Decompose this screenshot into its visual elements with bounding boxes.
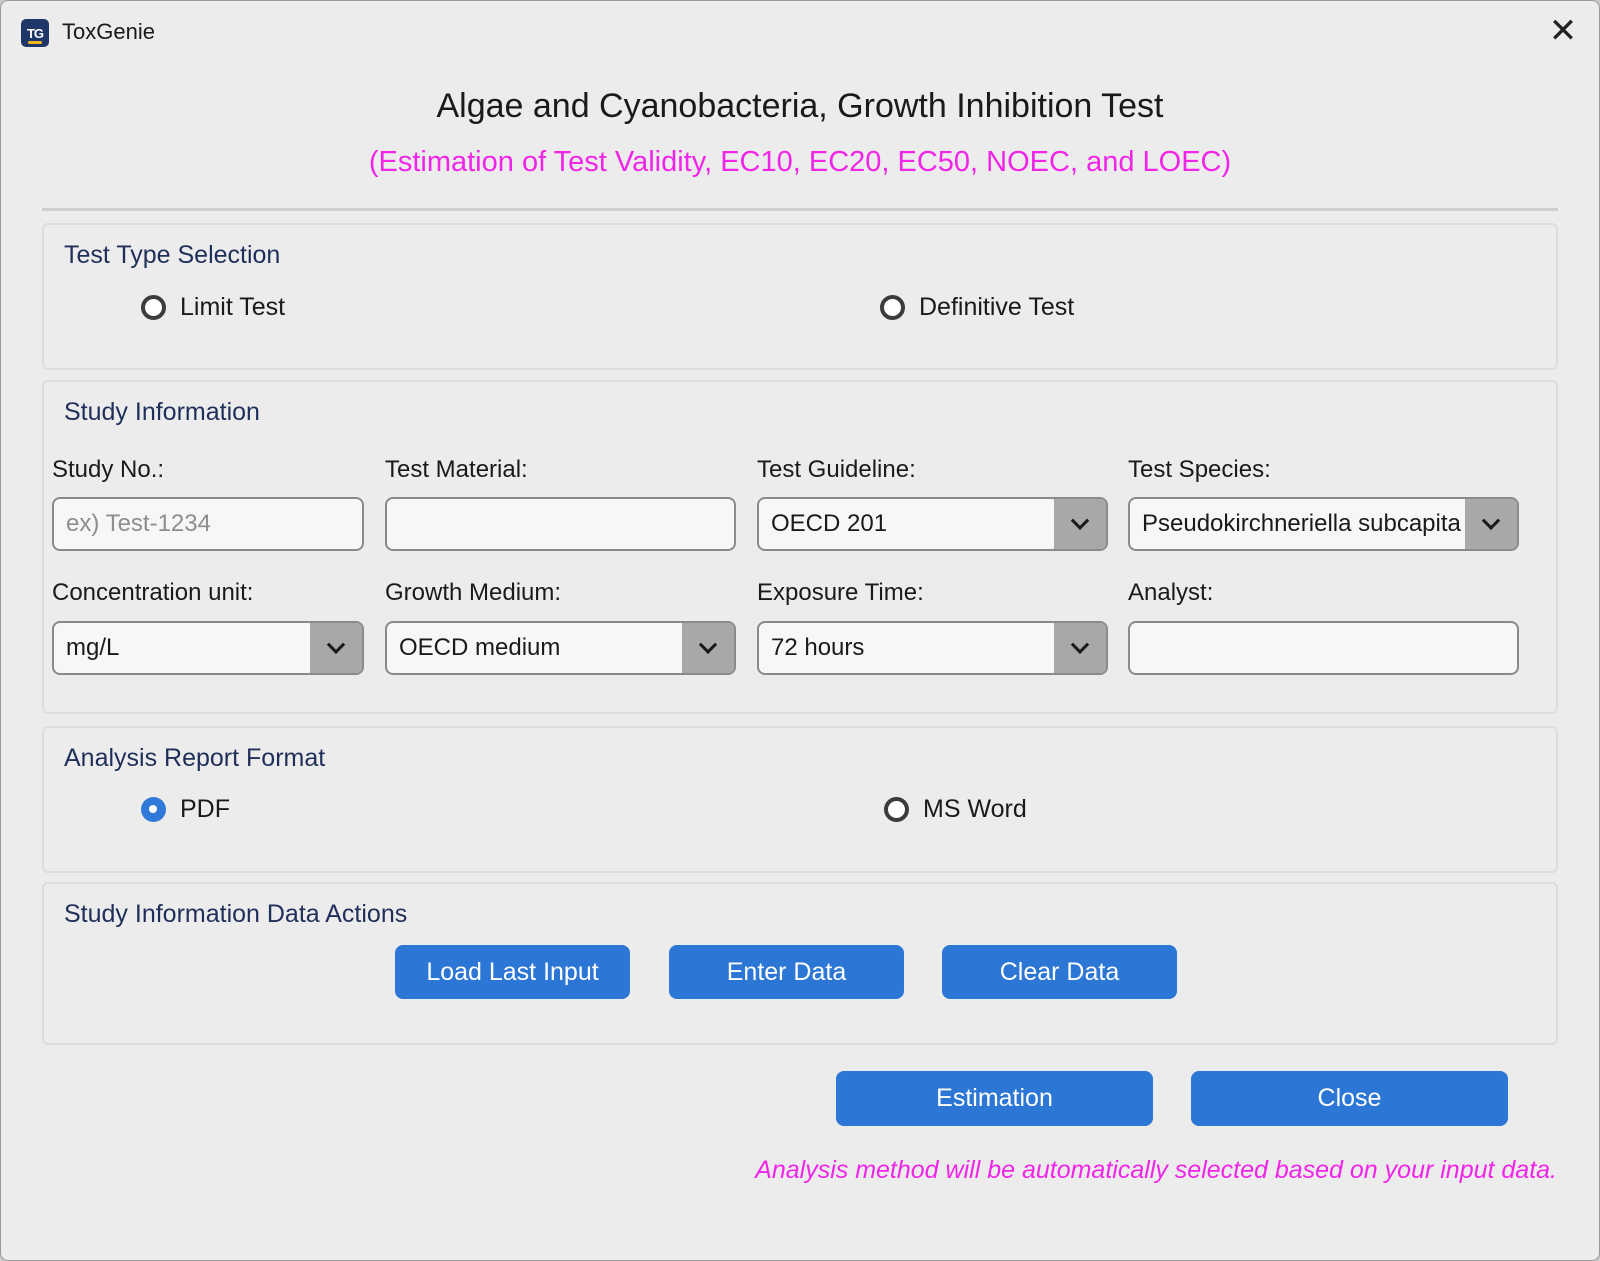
test-guideline-value: OECD 201 (771, 510, 888, 537)
test-type-group: Test Type Selection Limit Test Definitiv… (42, 223, 1558, 370)
estimation-button[interactable]: Estimation (836, 1071, 1153, 1126)
clear-data-button[interactable]: Clear Data (942, 945, 1177, 999)
growth-medium-select[interactable]: OECD medium (385, 621, 736, 675)
radio-checked-icon (141, 797, 166, 822)
definitive-test-radio[interactable]: Definitive Test (880, 293, 1074, 322)
analyst-label: Analyst: (1128, 579, 1214, 606)
definitive-test-label: Definitive Test (919, 293, 1075, 321)
close-button[interactable]: Close (1191, 1071, 1508, 1126)
study-no-label: Study No.: (52, 456, 165, 483)
test-species-select[interactable]: Pseudokirchneriella subcapitata (1128, 497, 1519, 551)
study-no-input[interactable] (52, 497, 364, 551)
limit-test-label: Limit Test (180, 293, 286, 321)
concentration-unit-dropdown-button[interactable] (310, 623, 362, 673)
test-material-input[interactable] (385, 497, 736, 551)
page-title: Algae and Cyanobacteria, Growth Inhibiti… (436, 87, 1164, 125)
limit-test-radio[interactable]: Limit Test (141, 293, 285, 322)
test-type-title: Test Type Selection (64, 241, 281, 269)
load-last-input-button[interactable]: Load Last Input (395, 945, 630, 999)
pdf-label: PDF (180, 795, 230, 823)
report-format-group: Analysis Report Format PDF MS Word (42, 726, 1558, 873)
growth-medium-value: OECD medium (399, 634, 561, 661)
page-subtitle: (Estimation of Test Validity, EC10, EC20… (368, 146, 1232, 178)
test-guideline-label: Test Guideline: (757, 456, 916, 483)
test-species-dropdown-button[interactable] (1465, 499, 1517, 549)
test-species-label: Test Species: (1128, 456, 1271, 483)
app-title: ToxGenie (62, 19, 155, 44)
chevron-down-icon (698, 635, 718, 654)
close-window-icon[interactable]: ✕ (1545, 13, 1581, 49)
exposure-time-value: 72 hours (771, 634, 865, 661)
chevron-down-icon (1070, 635, 1090, 654)
study-information-group: Study Information Study No.: Test Materi… (42, 380, 1558, 714)
exposure-time-dropdown-button[interactable] (1054, 623, 1106, 673)
toxgenie-dialog: TG ToxGenie ✕ Algae and Cyanobacteria, G… (0, 0, 1600, 1261)
chevron-down-icon (1070, 511, 1090, 530)
test-guideline-dropdown-button[interactable] (1054, 499, 1106, 549)
app-logo-icon: TG (21, 19, 49, 47)
title-bar: TG ToxGenie ✕ (1, 1, 1599, 65)
ms-word-label: MS Word (923, 795, 1027, 823)
radio-unchecked-icon (880, 295, 905, 320)
analysis-method-note: Analysis method will be automatically se… (755, 1156, 1557, 1184)
radio-unchecked-icon (141, 295, 166, 320)
report-format-title: Analysis Report Format (64, 744, 326, 772)
radio-unchecked-icon (884, 797, 909, 822)
test-species-value: Pseudokirchneriella subcapitata (1142, 510, 1461, 537)
pdf-radio[interactable]: PDF (141, 795, 230, 824)
growth-medium-label: Growth Medium: (385, 579, 562, 606)
exposure-time-select[interactable]: 72 hours (757, 621, 1108, 675)
ms-word-radio[interactable]: MS Word (884, 795, 1027, 824)
test-guideline-select[interactable]: OECD 201 (757, 497, 1108, 551)
enter-data-button[interactable]: Enter Data (669, 945, 904, 999)
concentration-unit-value: mg/L (66, 634, 120, 661)
header-divider (42, 208, 1558, 211)
growth-medium-dropdown-button[interactable] (682, 623, 734, 673)
analyst-input[interactable] (1128, 621, 1519, 675)
exposure-time-label: Exposure Time: (757, 579, 924, 606)
data-actions-title: Study Information Data Actions (64, 900, 408, 928)
study-information-title: Study Information (64, 398, 260, 426)
chevron-down-icon (1481, 511, 1501, 530)
test-material-label: Test Material: (385, 456, 528, 483)
concentration-unit-label: Concentration unit: (52, 579, 254, 606)
data-actions-group: Study Information Data Actions Load Last… (42, 882, 1558, 1045)
chevron-down-icon (326, 635, 346, 654)
concentration-unit-select[interactable]: mg/L (52, 621, 364, 675)
